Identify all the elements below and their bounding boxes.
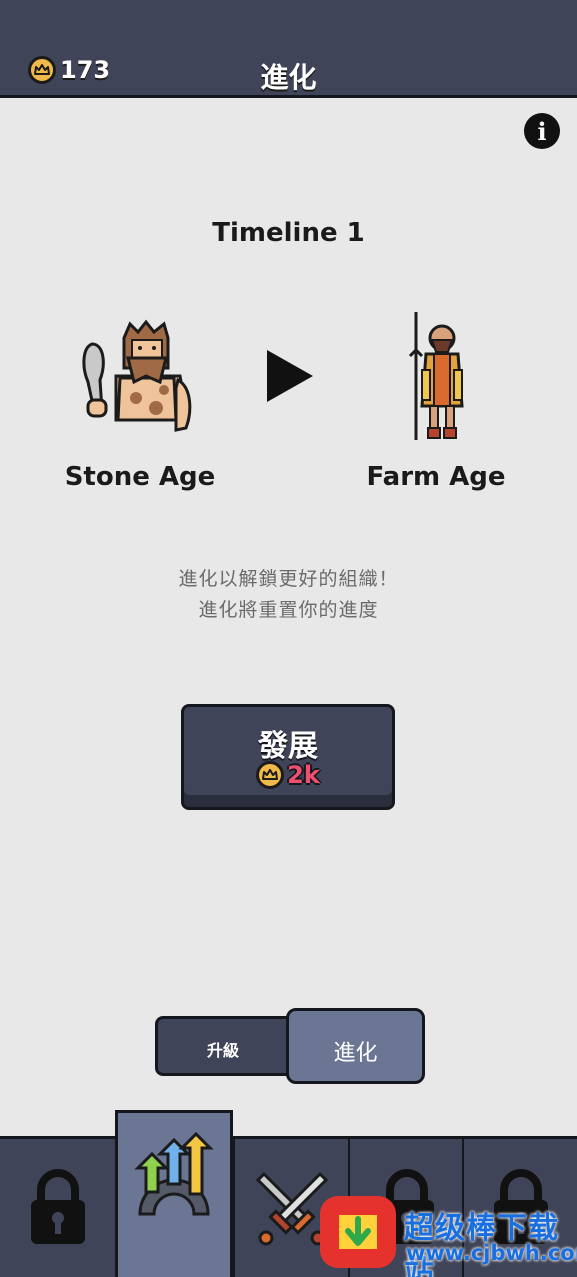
next-age-label: Farm Age bbox=[366, 462, 506, 492]
develop-button-label: 發展 bbox=[258, 729, 318, 764]
evolve-description-line1: 進化以解鎖更好的組織！ bbox=[178, 568, 399, 590]
timeline-title: Timeline 1 bbox=[212, 218, 365, 248]
farmer-icon bbox=[408, 312, 464, 440]
tab-upgrade[interactable]: 升級 bbox=[155, 1016, 305, 1076]
evolution-arrows-icon bbox=[134, 1132, 214, 1216]
nav-item-evolve[interactable] bbox=[115, 1110, 233, 1277]
develop-cost: 2k bbox=[184, 761, 392, 789]
evolve-screen: 173 進化 i Timeline 1 Stone Age Farm Age 進… bbox=[0, 0, 577, 1277]
watermark-title: 超级棒下载站 bbox=[404, 1211, 559, 1277]
watermark-url: www.cjbwh.com bbox=[406, 1241, 577, 1265]
watermark-logo-icon bbox=[320, 1196, 396, 1268]
lock-icon bbox=[30, 1168, 85, 1244]
play-arrow-icon bbox=[267, 350, 313, 402]
tab-upgrade-label: 升級 bbox=[206, 1041, 239, 1060]
info-button[interactable]: i bbox=[524, 113, 560, 149]
current-age-label: Stone Age bbox=[64, 462, 216, 492]
develop-cost-value: 2k bbox=[287, 761, 320, 789]
nav-item-locked-1[interactable] bbox=[0, 1138, 115, 1277]
tab-evolve-label: 進化 bbox=[333, 1041, 378, 1066]
page-title: 進化 bbox=[260, 61, 317, 94]
tab-evolve[interactable]: 進化 bbox=[286, 1008, 425, 1084]
crown-coin-icon bbox=[256, 761, 285, 789]
develop-button[interactable]: 發展 2k bbox=[181, 704, 395, 810]
top-bar: 173 進化 bbox=[0, 0, 577, 98]
evolve-description-line2: 進化將重置你的進度 bbox=[198, 599, 379, 621]
info-icon: i bbox=[537, 116, 547, 146]
caveman-icon bbox=[82, 319, 192, 432]
